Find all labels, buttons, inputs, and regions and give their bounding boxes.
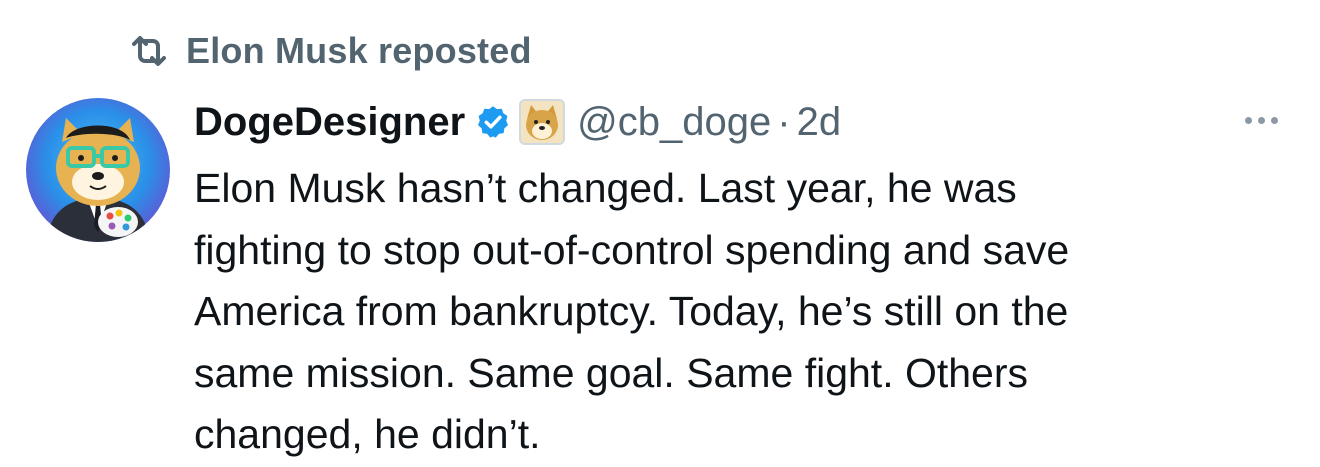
user-handle[interactable]: @cb_doge [577, 100, 771, 145]
display-name[interactable]: DogeDesigner [194, 100, 465, 145]
tweet-text-line: changed, he didn’t. [194, 411, 541, 457]
tweet-text: Elon Musk hasn’t changed. Last year, he … [194, 158, 1294, 466]
more-dot [1245, 116, 1252, 124]
tweet-text-line: same mission. Same goal. Same fight. Oth… [194, 349, 1029, 396]
repost-icon [128, 34, 170, 68]
timestamp[interactable]: 2d [797, 100, 842, 145]
tweet-header: DogeDesigner @cb_doge · 2d [194, 96, 841, 148]
more-options-icon[interactable] [1245, 108, 1278, 132]
more-dot [1271, 116, 1278, 124]
doge-affiliate-badge-icon[interactable] [519, 99, 566, 145]
avatar[interactable] [26, 98, 170, 242]
more-dot [1258, 116, 1265, 124]
separator-dot: · [777, 99, 791, 144]
repost-label[interactable]: Elon Musk reposted [186, 30, 532, 72]
tweet-text-line: fighting to stop out-of-control spending… [194, 226, 1070, 273]
tweet-text-line: America from bankruptcy. Today, he’s sti… [194, 288, 1069, 334]
repost-indicator[interactable]: Elon Musk reposted [128, 30, 532, 72]
tweet-text-line: Elon Musk hasn’t changed. Last year, he … [194, 165, 1017, 211]
verified-badge-icon[interactable] [475, 104, 511, 140]
doge-designer-avatar-image [26, 98, 170, 242]
